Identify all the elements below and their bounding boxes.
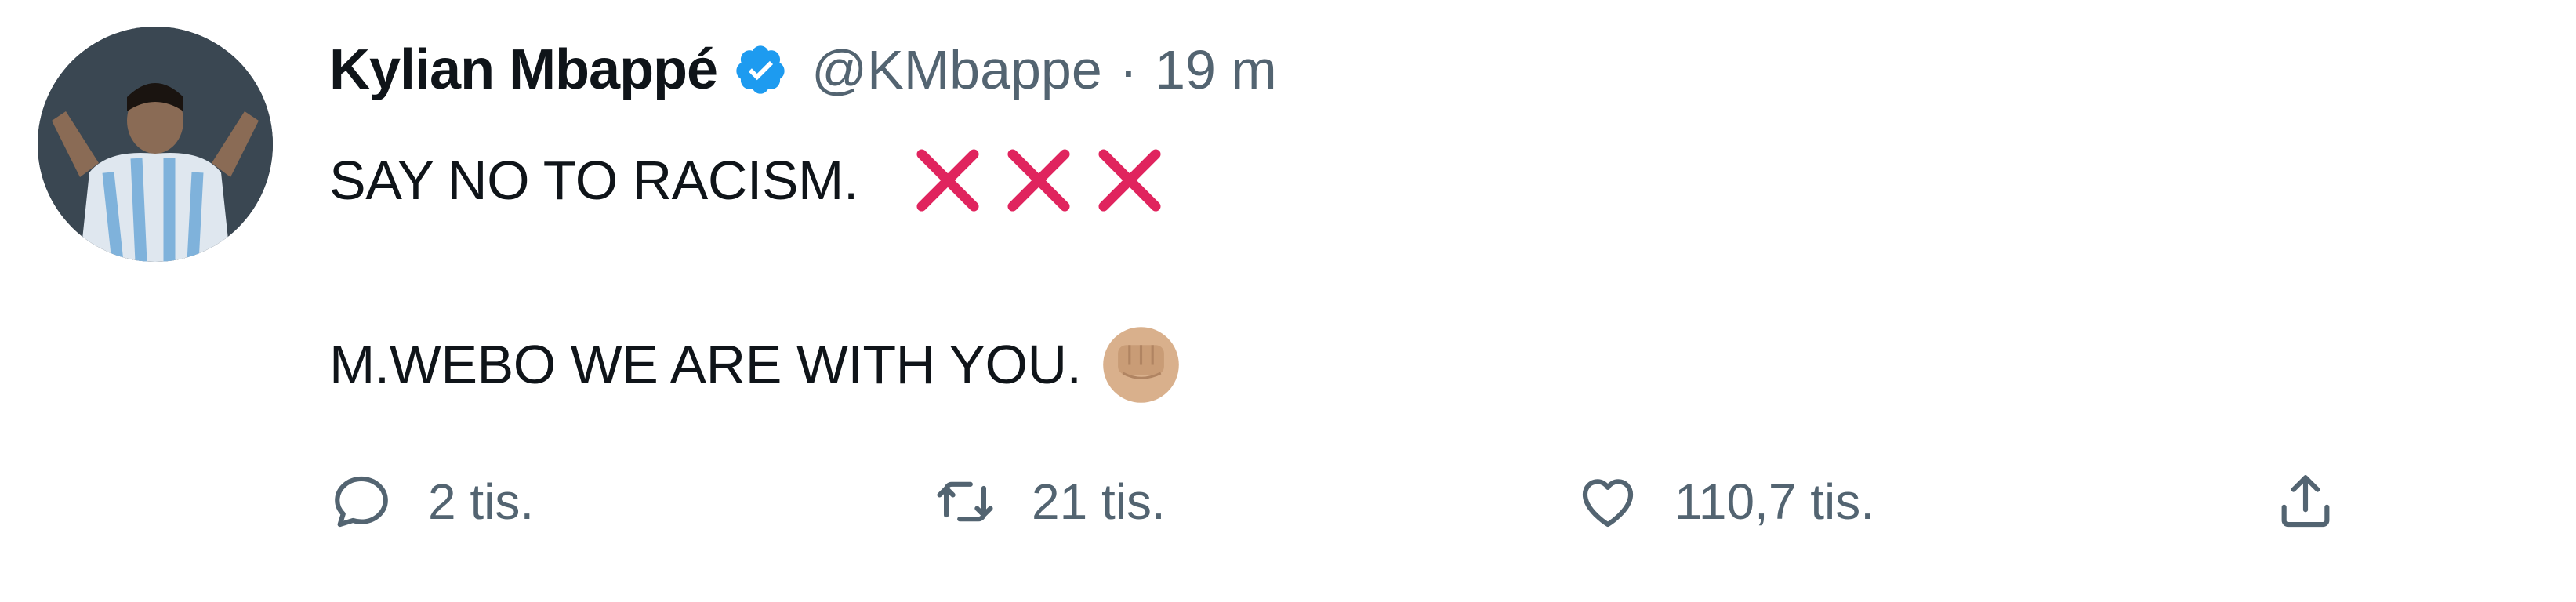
tweet-text-1: SAY NO TO RACISM. — [329, 150, 858, 211]
tweet-action-bar: 2 tis. 21 tis. 110,7 tis. — [329, 462, 2367, 541]
share-icon — [2281, 475, 2330, 528]
tweet-text-line-2: M.WEBO WE ARE WITH YOU. — [329, 325, 1182, 404]
cross-mark-icon — [1007, 149, 1070, 212]
avatar-photo-icon — [38, 27, 273, 262]
author-handle[interactable]: @KMbappe — [811, 38, 1102, 101]
verified-badge-icon — [736, 45, 785, 94]
cross-mark-icon — [1098, 149, 1161, 212]
avatar[interactable] — [38, 27, 273, 262]
reply-count: 2 tis. — [428, 473, 535, 530]
header-separator: · — [1119, 39, 1138, 100]
retweet-count: 21 tis. — [1032, 473, 1166, 530]
tweet-header: Kylian Mbappé @KMbappe · 19 m — [329, 27, 1277, 113]
tweet-card[interactable]: Kylian Mbappé @KMbappe · 19 m SAY NO TO … — [0, 0, 2576, 602]
reply-icon — [335, 476, 388, 528]
retweet-button[interactable]: 21 tis. — [933, 462, 1166, 541]
author-display-name[interactable]: Kylian Mbappé — [329, 38, 718, 102]
tweet-timestamp[interactable]: 19 m — [1155, 38, 1277, 101]
share-button[interactable] — [2273, 462, 2338, 541]
like-count: 110,7 tis. — [1674, 473, 1874, 530]
retweet-icon — [937, 481, 993, 522]
heart-icon — [1582, 479, 1634, 528]
cross-mark-emoji-group — [907, 140, 1170, 221]
raised-fist-icon — [1103, 326, 1180, 403]
tweet-text-line-1: SAY NO TO RACISM. — [329, 141, 1170, 219]
reply-button[interactable]: 2 tis. — [329, 462, 534, 541]
like-button[interactable]: 110,7 tis. — [1576, 462, 1874, 541]
cross-mark-icon — [916, 149, 979, 212]
tweet-text-2: M.WEBO WE ARE WITH YOU. — [329, 334, 1082, 395]
